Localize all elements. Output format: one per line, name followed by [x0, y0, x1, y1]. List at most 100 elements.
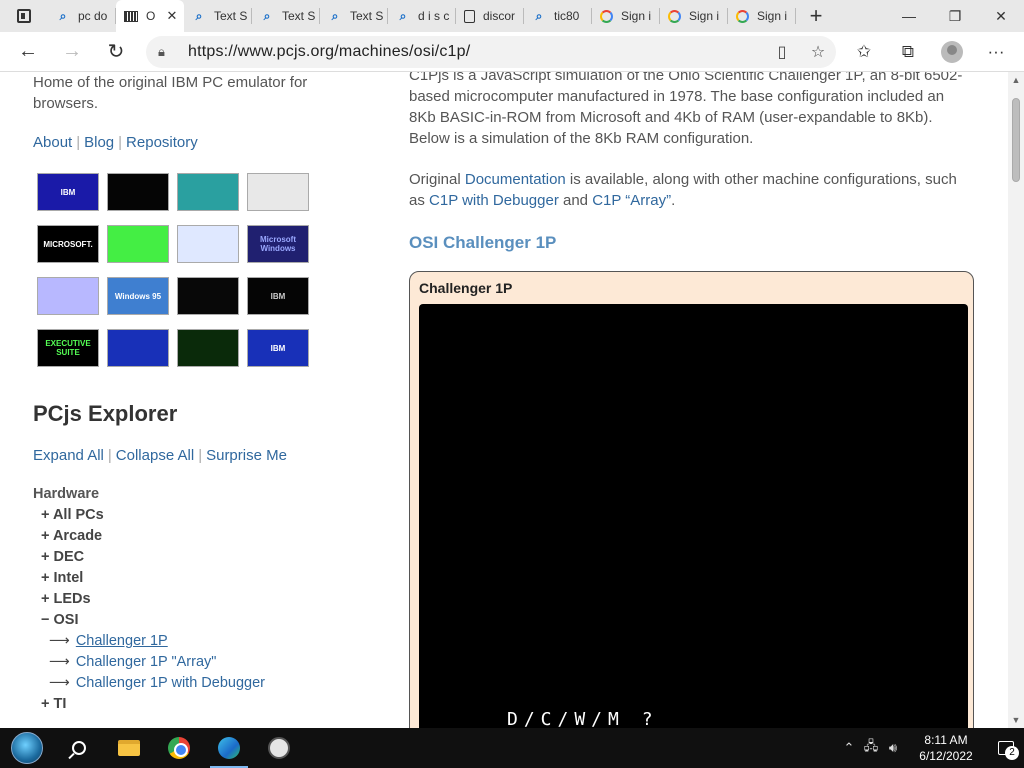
- tree-leaf-challenger-1p-array[interactable]: ⟶ Challenger 1P "Array": [33, 652, 353, 673]
- chrome-button[interactable]: [154, 728, 204, 768]
- browser-tab[interactable]: Sign i: [592, 0, 660, 32]
- notification-center-button[interactable]: 2: [988, 728, 1024, 768]
- search-icon: ⌕: [399, 8, 407, 23]
- tree-node-ti[interactable]: + TI: [33, 694, 353, 715]
- machine-thumbnail[interactable]: Microsoft Windows: [247, 225, 309, 263]
- tab-label: tic80: [554, 9, 580, 23]
- clock[interactable]: 8:11 AM 6/12/2022: [904, 732, 988, 764]
- blog-link[interactable]: Blog: [84, 134, 114, 151]
- machine-thumbnail[interactable]: [177, 225, 239, 263]
- favorites-icon[interactable]: ✩: [842, 42, 886, 62]
- chrome-icon: [168, 737, 190, 759]
- machine-thumbnail[interactable]: IBM: [247, 277, 309, 315]
- site-links: About | Blog | Repository: [33, 134, 353, 151]
- c1p-array-link[interactable]: C1P “Array”: [592, 192, 671, 209]
- machine-thumbnail[interactable]: MICROSOFT.: [37, 225, 99, 263]
- search-button[interactable]: [54, 728, 104, 768]
- scroll-up-icon[interactable]: ▲: [1008, 72, 1024, 88]
- browser-tab[interactable]: Sign i: [728, 0, 796, 32]
- tree-node-leds[interactable]: + LEDs: [33, 589, 353, 610]
- tab-label: Sign i: [757, 9, 788, 23]
- machine-thumbnail[interactable]: IBM: [247, 329, 309, 367]
- minimize-button[interactable]: —: [886, 0, 932, 32]
- search-icon: ⌕: [331, 8, 339, 23]
- collapse-all-link[interactable]: Collapse All: [116, 447, 194, 464]
- explorer-links: Expand All | Collapse All | Surprise Me: [33, 447, 353, 464]
- tree-leaf-challenger-1p[interactable]: ⟶ Challenger 1P: [33, 631, 353, 652]
- tree-node-all-pcs[interactable]: + All PCs: [33, 505, 353, 526]
- browser-tab[interactable]: ⌕ pc do: [48, 0, 116, 32]
- documentation-link[interactable]: Documentation: [465, 171, 566, 188]
- machine-thumbnail[interactable]: [247, 173, 309, 211]
- scroll-down-icon[interactable]: ▼: [1008, 712, 1024, 728]
- c1p-debugger-link[interactable]: C1P with Debugger: [429, 192, 559, 209]
- machine-thumbnail[interactable]: [177, 173, 239, 211]
- machine-thumbnail[interactable]: [177, 277, 239, 315]
- repository-link[interactable]: Repository: [126, 134, 198, 151]
- tree-category-hardware[interactable]: Hardware: [33, 484, 353, 505]
- machine-thumbnail[interactable]: [107, 329, 169, 367]
- scrollbar-thumb[interactable]: [1012, 98, 1020, 182]
- machine-thumbnail[interactable]: EXECUTIVE SUITE: [37, 329, 99, 367]
- tree-node-arcade[interactable]: + Arcade: [33, 526, 353, 547]
- machine-thumbnail[interactable]: [177, 329, 239, 367]
- lock-icon[interactable]: 🔒︎: [158, 44, 182, 60]
- emulator-screen[interactable]: D/C/W/M ?_: [419, 304, 968, 728]
- browser-tab[interactable]: ⌕ Text S: [252, 0, 320, 32]
- browser-tab[interactable]: ⌕ d i s c: [388, 0, 456, 32]
- section-heading: OSI Challenger 1P: [409, 233, 557, 252]
- browser-tab[interactable]: ⌕ Text S: [184, 0, 252, 32]
- edge-button[interactable]: [204, 728, 254, 768]
- expand-all-link[interactable]: Expand All: [33, 447, 104, 464]
- chevron-up-icon[interactable]: ⌃: [838, 740, 860, 756]
- link-separator: |: [107, 447, 112, 464]
- restore-button[interactable]: ❐: [932, 0, 978, 32]
- machine-thumbnail[interactable]: IBM: [37, 173, 99, 211]
- machine-thumbnail[interactable]: Windows 95: [107, 277, 169, 315]
- machine-thumbnail[interactable]: [107, 173, 169, 211]
- start-button[interactable]: [0, 728, 54, 768]
- profile-avatar[interactable]: [941, 40, 963, 63]
- browser-tab[interactable]: discor: [456, 0, 524, 32]
- network-icon[interactable]: 🖧︎: [860, 737, 882, 759]
- pcjs-grid-icon: [124, 10, 138, 22]
- window-menu-icon[interactable]: [0, 0, 48, 32]
- url-text[interactable]: https://www.pcjs.org/machines/osi/c1p/: [188, 43, 764, 61]
- tree-leaf-label[interactable]: Challenger 1P "Array": [76, 654, 217, 670]
- add-favorite-icon[interactable]: ☆: [800, 42, 836, 62]
- browser-tab[interactable]: O ✕: [116, 0, 184, 32]
- close-window-button[interactable]: ✕: [978, 0, 1024, 32]
- about-link[interactable]: About: [33, 134, 72, 151]
- collections-icon[interactable]: ⧉: [886, 42, 930, 62]
- tree-leaf-label[interactable]: Challenger 1P with Debugger: [76, 675, 265, 691]
- tree-node-intel[interactable]: + Intel: [33, 568, 353, 589]
- page-scrollbar[interactable]: ▲ ▼: [1008, 72, 1024, 728]
- emulator-panel: Challenger 1P D/C/W/M ?_: [409, 271, 974, 728]
- tree-node-osi[interactable]: − OSI: [33, 610, 353, 631]
- more-menu-icon[interactable]: ···: [974, 42, 1018, 62]
- immersive-reader-icon[interactable]: ▯: [764, 42, 800, 62]
- obs-button[interactable]: [254, 728, 304, 768]
- arrow-icon: ⟶: [49, 654, 70, 670]
- address-bar[interactable]: 🔒︎ https://www.pcjs.org/machines/osi/c1p…: [146, 35, 836, 68]
- close-tab-icon[interactable]: ✕: [164, 8, 180, 24]
- file-explorer-button[interactable]: [104, 728, 154, 768]
- volume-icon[interactable]: 🔊︎: [882, 740, 904, 756]
- tree-leaf-label[interactable]: Challenger 1P: [76, 633, 168, 649]
- tab-label: O: [146, 9, 156, 23]
- machine-thumbnail[interactable]: [37, 277, 99, 315]
- new-tab-button[interactable]: +: [796, 0, 836, 32]
- tree-node-dec[interactable]: + DEC: [33, 547, 353, 568]
- browser-tab[interactable]: ⌕ tic80: [524, 0, 592, 32]
- machine-thumbnail[interactable]: [107, 225, 169, 263]
- tree-leaf-challenger-1p-debugger[interactable]: ⟶ Challenger 1P with Debugger: [33, 673, 353, 694]
- refresh-button[interactable]: ↻: [94, 32, 138, 72]
- surprise-me-link[interactable]: Surprise Me: [206, 447, 287, 464]
- browser-tab[interactable]: Sign i: [660, 0, 728, 32]
- notification-badge: 2: [1005, 746, 1019, 760]
- link-separator: |: [198, 447, 203, 464]
- forward-button[interactable]: →: [50, 32, 94, 72]
- emulator-title: Challenger 1P: [419, 280, 513, 296]
- back-button[interactable]: ←: [6, 32, 50, 72]
- browser-tab[interactable]: ⌕ Text S: [320, 0, 388, 32]
